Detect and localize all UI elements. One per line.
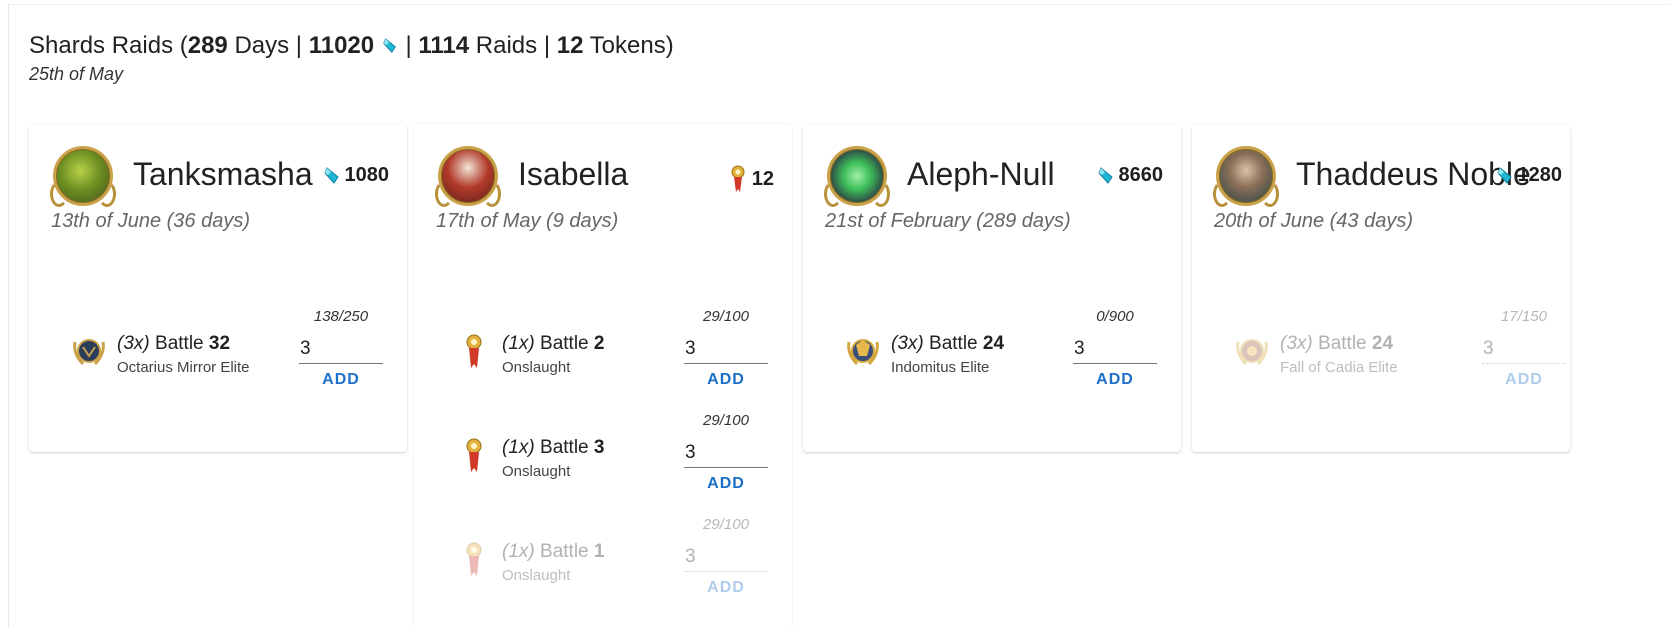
page-header: Shards Raids (289 Days | 11020 | 1114 Ra… xyxy=(29,30,674,85)
raid-location: Fall of Cadia Elite xyxy=(1280,359,1398,376)
reward-value: 8660 xyxy=(1118,164,1164,186)
raid-title: (3x) Battle 24 xyxy=(891,333,1005,354)
add-button[interactable]: ADD xyxy=(1488,368,1560,392)
avatar xyxy=(435,146,501,207)
unlock-date: 20th of June (43 days) xyxy=(1214,210,1414,232)
avatar xyxy=(1213,146,1279,207)
character-card-aleph-null: Aleph-Null 8660 21st of February (289 da… xyxy=(803,124,1181,452)
elite-laurel-icon xyxy=(847,339,879,366)
shard-icon xyxy=(382,38,396,54)
laurel-icon xyxy=(1213,181,1231,207)
shard-icon xyxy=(1496,166,1512,184)
page-date: 25th of May xyxy=(29,64,124,84)
laurel-icon xyxy=(50,181,68,207)
total-raids-value: 1114 xyxy=(418,32,470,59)
onslaught-token-icon xyxy=(466,438,482,472)
laurel-icon xyxy=(435,181,453,207)
raid-location: Octarius Mirror Elite xyxy=(117,359,250,376)
add-button[interactable]: ADD xyxy=(690,576,762,600)
raid-title: (1x) Battle 3 xyxy=(502,437,605,458)
total-shards-value: 11020 xyxy=(308,32,375,59)
raid-row: (1x) Battle 3 Onslaught 29/100 ADD xyxy=(414,404,792,494)
character-name: Aleph-Null xyxy=(907,156,1055,192)
quantity-input[interactable] xyxy=(684,438,768,468)
raid-progress: 29/100 xyxy=(703,516,749,533)
onslaught-token-icon xyxy=(466,542,482,576)
laurel-icon xyxy=(98,181,116,207)
raid-row: (1x) Battle 2 Onslaught 29/100 ADD xyxy=(414,300,792,390)
page-title: Shards Raids (289 Days | 11020 | 1114 Ra… xyxy=(29,32,674,59)
raid-progress: 0/900 xyxy=(1096,308,1134,325)
laurel-icon xyxy=(872,181,890,207)
laurel-icon xyxy=(1261,181,1279,207)
character-name: Isabella xyxy=(518,156,629,192)
unlock-date: 21st of February (289 days) xyxy=(825,210,1071,232)
quantity-input[interactable] xyxy=(684,542,768,572)
add-button[interactable]: ADD xyxy=(1079,368,1151,392)
reward-value: 1080 xyxy=(344,164,390,186)
raid-location: Onslaught xyxy=(502,359,571,376)
character-card-tanksmasha: Tanksmasha 1080 13th of June (36 days) (… xyxy=(29,124,407,452)
raid-row: (3x) Battle 24 Fall of Cadia Elite 17/15… xyxy=(1192,300,1570,390)
raid-title: (1x) Battle 2 xyxy=(502,333,605,354)
quantity-input[interactable] xyxy=(1073,334,1157,364)
raid-row: (3x) Battle 32 Octarius Mirror Elite 138… xyxy=(29,300,407,390)
avatar xyxy=(50,146,116,207)
raid-progress: 29/100 xyxy=(703,308,749,325)
shard-icon xyxy=(1097,166,1113,184)
token-reward: 12 xyxy=(727,164,774,194)
raid-title: (1x) Battle 1 xyxy=(502,541,605,562)
raid-progress: 138/250 xyxy=(313,308,369,325)
raid-location: Onslaught xyxy=(502,463,571,480)
add-button[interactable]: ADD xyxy=(690,368,762,392)
quantity-input[interactable] xyxy=(299,334,383,364)
raid-progress: 17/150 xyxy=(1501,308,1547,325)
unlock-date: 13th of June (36 days) xyxy=(51,210,251,232)
raid-progress: 29/100 xyxy=(703,412,749,429)
unlock-date: 17th of May (9 days) xyxy=(436,210,619,232)
laurel-icon xyxy=(483,181,501,207)
character-name: Tanksmasha xyxy=(133,156,313,192)
shard-reward: 1080 xyxy=(322,164,390,187)
shard-reward: 1280 xyxy=(1495,164,1563,187)
onslaught-token-icon xyxy=(731,165,745,192)
laurel-icon xyxy=(824,181,842,207)
total-days-value: 289 xyxy=(187,32,228,59)
character-card-thaddeus-noble: Thaddeus Noble 1280 20th of June (43 day… xyxy=(1192,124,1570,452)
elite-laurel-icon xyxy=(73,339,105,366)
add-button[interactable]: ADD xyxy=(305,368,377,392)
add-button[interactable]: ADD xyxy=(690,472,762,496)
raid-row: (3x) Battle 24 Indomitus Elite 0/900 ADD xyxy=(803,300,1181,390)
total-tokens-value: 12 xyxy=(556,32,584,59)
elite-laurel-icon xyxy=(1236,339,1268,366)
onslaught-token-icon xyxy=(466,334,482,368)
raid-title: (3x) Battle 32 xyxy=(117,333,231,354)
raid-title: (3x) Battle 24 xyxy=(1280,333,1394,354)
raid-row: (1x) Battle 1 Onslaught 29/100 ADD xyxy=(414,508,792,598)
raid-location: Indomitus Elite xyxy=(891,359,990,376)
raid-location: Onslaught xyxy=(502,567,571,584)
quantity-input[interactable] xyxy=(1482,334,1566,364)
shard-reward: 8660 xyxy=(1096,164,1164,187)
reward-value: 1280 xyxy=(1517,164,1563,186)
quantity-input[interactable] xyxy=(684,334,768,364)
shard-icon xyxy=(323,166,339,184)
reward-value: 12 xyxy=(751,167,774,190)
avatar xyxy=(824,146,890,207)
character-card-isabella: Isabella 12 17th of May (9 days) (1x) Ba… xyxy=(414,124,792,628)
